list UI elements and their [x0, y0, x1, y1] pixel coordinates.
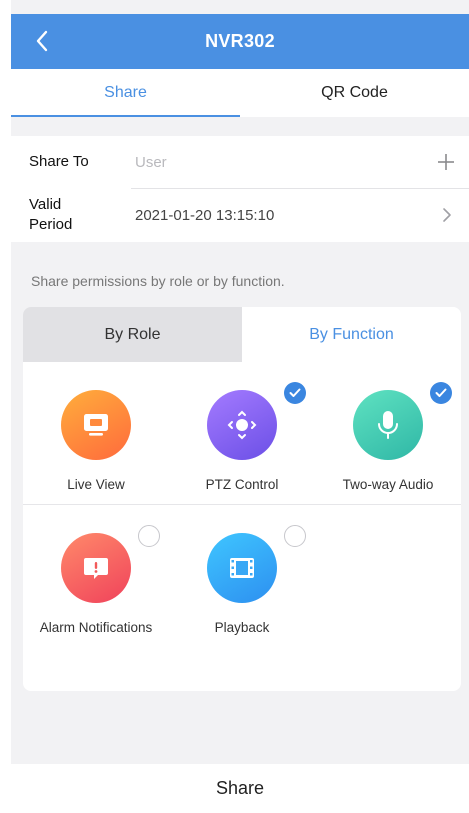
playback-checkbox[interactable]	[284, 525, 306, 547]
tab-bar: Share QR Code	[11, 69, 469, 117]
valid-label-line1: Valid	[29, 196, 62, 213]
valid-label-line2: Period	[29, 216, 73, 233]
chevron-right-icon[interactable]	[441, 207, 453, 223]
function-label: Alarm Notifications	[39, 620, 153, 635]
page-title: NVR302	[205, 31, 275, 51]
tab-share[interactable]: Share	[11, 69, 240, 117]
chevron-left-icon	[36, 30, 48, 52]
share-to-input[interactable]: User	[135, 154, 167, 171]
plus-icon[interactable]	[437, 153, 455, 171]
share-to-row[interactable]: Share To User	[11, 136, 469, 188]
valid-period-value: 2021-01-20 13:15:10	[135, 206, 275, 224]
segment-control: By Role By Function	[23, 307, 461, 362]
function-label: PTZ Control	[205, 477, 279, 492]
valid-period-label: Valid Period	[29, 195, 72, 235]
app-frame: NVR302 Share QR Code Share To User Valid…	[11, 0, 469, 813]
audio-checkbox[interactable]	[430, 382, 452, 404]
function-playback[interactable]: Playback	[169, 505, 315, 645]
function-row: Alarm Notifications Playback	[23, 505, 461, 645]
back-button[interactable]	[27, 26, 57, 56]
segment-by-role[interactable]: By Role	[23, 307, 242, 362]
function-alarm-notifications[interactable]: Alarm Notifications	[23, 505, 169, 645]
permission-hint: Share permissions by role or by function…	[31, 273, 285, 289]
permissions-card: By Role By Function Live View PTZ Contro…	[23, 307, 461, 691]
audio-icon-bg	[353, 390, 423, 460]
function-live-view[interactable]: Live View	[23, 362, 169, 502]
share-form: Share To User Valid Period 2021-01-20 13…	[11, 136, 469, 242]
film-icon	[230, 558, 254, 578]
playback-icon-bg	[207, 533, 277, 603]
ptz-joystick-icon	[227, 410, 257, 440]
share-to-label: Share To	[29, 153, 89, 170]
check-icon	[289, 388, 301, 397]
function-label: Two-way Audio	[342, 477, 434, 492]
segment-by-function[interactable]: By Function	[242, 307, 461, 362]
live-view-icon-bg	[61, 390, 131, 460]
microphone-icon	[378, 411, 398, 439]
alert-message-icon	[84, 558, 108, 579]
alarm-checkbox[interactable]	[138, 525, 160, 547]
function-label: Playback	[214, 620, 270, 635]
function-ptz-control[interactable]: PTZ Control	[169, 362, 315, 502]
tab-qr-code[interactable]: QR Code	[240, 69, 469, 117]
ptz-checkbox[interactable]	[284, 382, 306, 404]
function-row: Live View PTZ Control Two-way Audio	[23, 362, 461, 504]
check-icon	[435, 388, 447, 397]
top-bar: NVR302	[11, 14, 469, 69]
ptz-icon-bg	[207, 390, 277, 460]
valid-period-row[interactable]: Valid Period 2021-01-20 13:15:10	[11, 188, 469, 242]
function-two-way-audio[interactable]: Two-way Audio	[315, 362, 461, 502]
alarm-icon-bg	[61, 533, 131, 603]
share-button[interactable]: Share	[11, 764, 469, 813]
monitor-icon	[84, 414, 108, 436]
function-label: Live View	[67, 477, 125, 492]
